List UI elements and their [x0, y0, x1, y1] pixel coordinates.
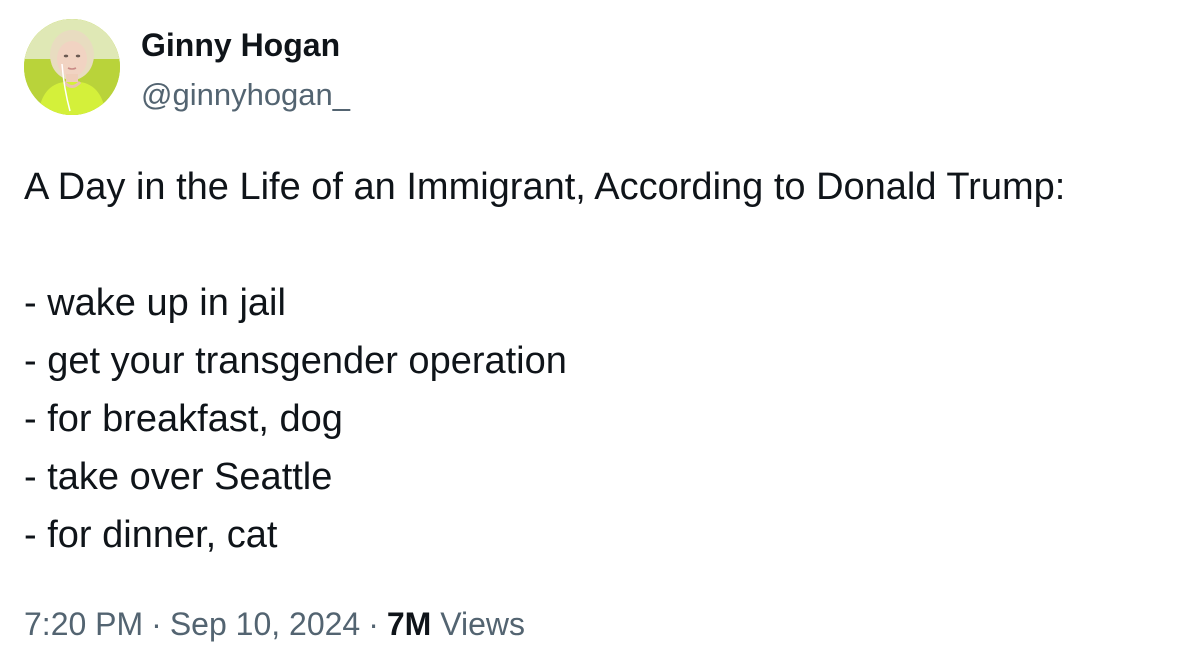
avatar-image: [24, 19, 120, 115]
tweet-list-item: - take over Seattle: [24, 456, 333, 498]
tweet-metadata: 7:20 PM · Sep 10, 2024 · 7M Views: [24, 602, 525, 646]
tweet-list-item: - for breakfast, dog: [24, 398, 343, 440]
tweet-list-item: - wake up in jail: [24, 282, 286, 324]
views-link[interactable]: 7M Views: [387, 606, 525, 642]
tweet-list-item: - for dinner, cat: [24, 514, 278, 556]
tweet-list-item: - get your transgender operation: [24, 340, 567, 382]
author-display-name[interactable]: Ginny Hogan: [141, 25, 340, 65]
tweet-timestamp-link[interactable]: 7:20 PM · Sep 10, 2024: [24, 606, 360, 642]
avatar[interactable]: [24, 19, 120, 115]
tweet-headline: A Day in the Life of an Immigrant, Accor…: [24, 166, 1066, 208]
tweet-body: A Day in the Life of an Immigrant, Accor…: [24, 158, 1194, 564]
meta-separator: ·: [151, 606, 162, 642]
author-handle[interactable]: @ginnyhogan_: [141, 75, 350, 115]
tweet-card: Ginny Hogan @ginnyhogan_ A Day in the Li…: [0, 0, 1200, 662]
views-label: Views: [440, 606, 525, 642]
views-count: 7M: [386, 606, 432, 642]
meta-separator: ·: [368, 606, 379, 642]
tweet-time: 7:20 PM: [24, 606, 144, 642]
tweet-date: Sep 10, 2024: [169, 606, 361, 642]
